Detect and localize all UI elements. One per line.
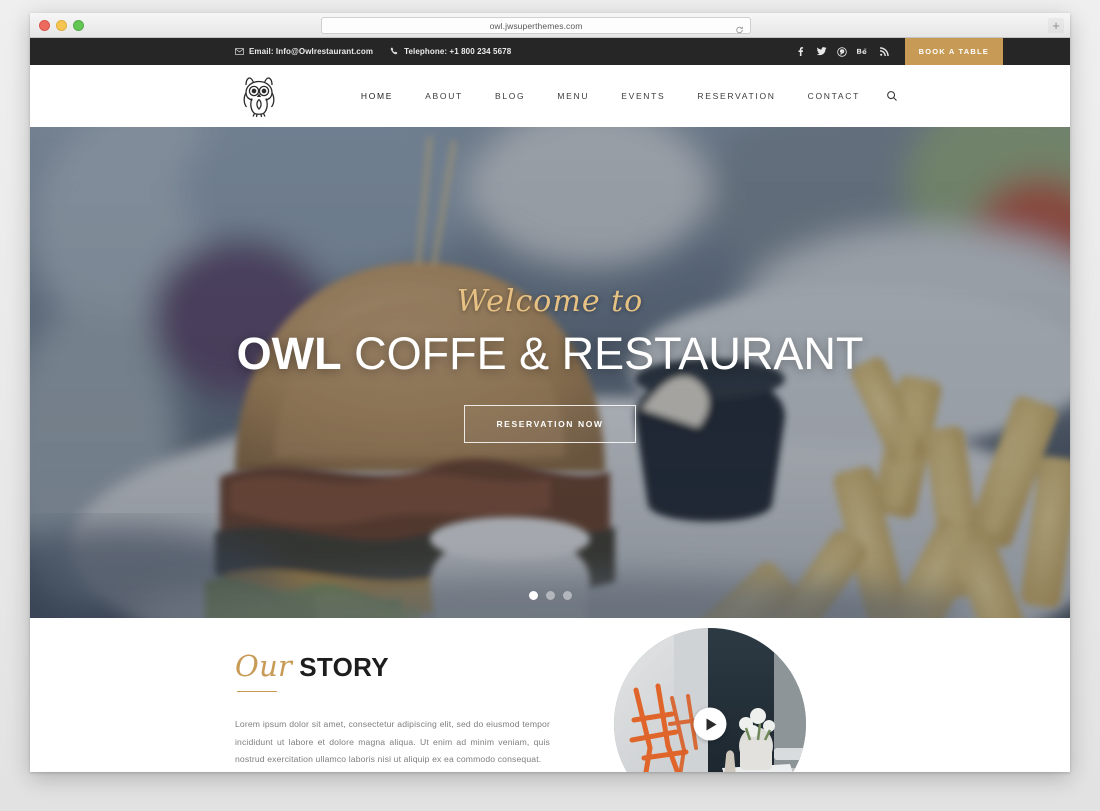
slider-dot-1[interactable]	[528, 591, 538, 600]
hero-welcome-text: Welcome to	[456, 284, 644, 319]
owl-logo[interactable]	[235, 72, 283, 120]
pinterest-icon[interactable]	[832, 38, 853, 65]
our-story-section: Our STORY Lorem ipsum dolor sit amet, co…	[30, 618, 1070, 772]
story-heading-main: STORY	[299, 652, 389, 682]
topbar-contact-group: Email: Info@Owlrestaurant.com Telephone:…	[235, 38, 511, 65]
nav-item-contact[interactable]: CONTACT	[792, 91, 876, 101]
url-text: owl.jwsuperthemes.com	[489, 20, 583, 31]
nav-item-home[interactable]: HOME	[345, 91, 409, 101]
behance-icon[interactable]	[853, 38, 874, 65]
browser-window: owl.jwsuperthemes.com + Email: Info@Owlr…	[30, 13, 1070, 772]
window-traffic-lights	[39, 19, 84, 31]
topbar-email-label: Email: Info@Owlrestaurant.com	[249, 47, 374, 56]
zoom-window-button[interactable]	[73, 19, 84, 31]
story-script-word: Our	[235, 649, 292, 692]
story-video-thumbnail[interactable]	[614, 628, 806, 772]
site-topbar: Email: Info@Owlrestaurant.com Telephone:…	[30, 38, 1070, 65]
story-heading: Our STORY	[235, 649, 550, 692]
slider-dots	[30, 591, 1070, 600]
hero-slider: Welcome to OWL COFFE & RESTAURANT RESERV…	[30, 127, 1070, 618]
topbar-right-group: BOOK A TABLE	[790, 38, 1070, 65]
minimize-window-button[interactable]	[56, 19, 67, 31]
phone-icon	[390, 47, 398, 55]
play-icon[interactable]	[693, 707, 727, 741]
topbar-email[interactable]: Email: Info@Owlrestaurant.com	[235, 47, 373, 56]
search-icon[interactable]	[884, 88, 900, 104]
slider-dot-2[interactable]	[545, 591, 555, 600]
twitter-icon[interactable]	[811, 38, 832, 65]
hero-title-bold: OWL	[236, 328, 342, 379]
reload-icon[interactable]	[735, 21, 744, 33]
topbar-phone-label: Telephone: +1 800 234 5678	[404, 47, 512, 56]
new-tab-button[interactable]: +	[1048, 18, 1064, 33]
browser-chrome-bar: owl.jwsuperthemes.com +	[30, 13, 1070, 38]
nav-item-events[interactable]: EVENTS	[605, 91, 681, 101]
envelope-icon	[235, 48, 244, 55]
nav-item-reservation[interactable]: RESERVATION	[681, 91, 791, 101]
rss-icon[interactable]	[874, 38, 895, 65]
topbar-phone[interactable]: Telephone: +1 800 234 5678	[390, 47, 511, 56]
book-a-table-button[interactable]: BOOK A TABLE	[904, 38, 1003, 65]
reservation-now-button[interactable]: RESERVATION NOW	[464, 405, 636, 444]
main-nav: HOME ABOUT BLOG MENU EVENTS RESERVATION …	[345, 65, 900, 127]
hero-title: OWL COFFE & RESTAURANT	[30, 330, 1070, 377]
hero-content: Welcome to OWL COFFE & RESTAURANT RESERV…	[30, 284, 1070, 444]
play-triangle	[706, 718, 717, 730]
hero-title-rest: COFFE & RESTAURANT	[341, 328, 864, 379]
site-header: HOME ABOUT BLOG MENU EVENTS RESERVATION …	[30, 65, 1070, 127]
address-bar[interactable]: owl.jwsuperthemes.com	[321, 17, 751, 34]
facebook-icon[interactable]	[790, 38, 811, 65]
nav-item-blog[interactable]: BLOG	[479, 91, 541, 101]
story-text-column: Our STORY Lorem ipsum dolor sit amet, co…	[235, 649, 550, 769]
social-links	[790, 38, 895, 65]
close-window-button[interactable]	[39, 19, 50, 31]
nav-item-menu[interactable]: MENU	[541, 91, 605, 101]
slider-dot-3[interactable]	[562, 591, 572, 600]
story-body-text: Lorem ipsum dolor sit amet, consectetur …	[235, 719, 550, 765]
nav-item-about[interactable]: ABOUT	[409, 91, 479, 101]
